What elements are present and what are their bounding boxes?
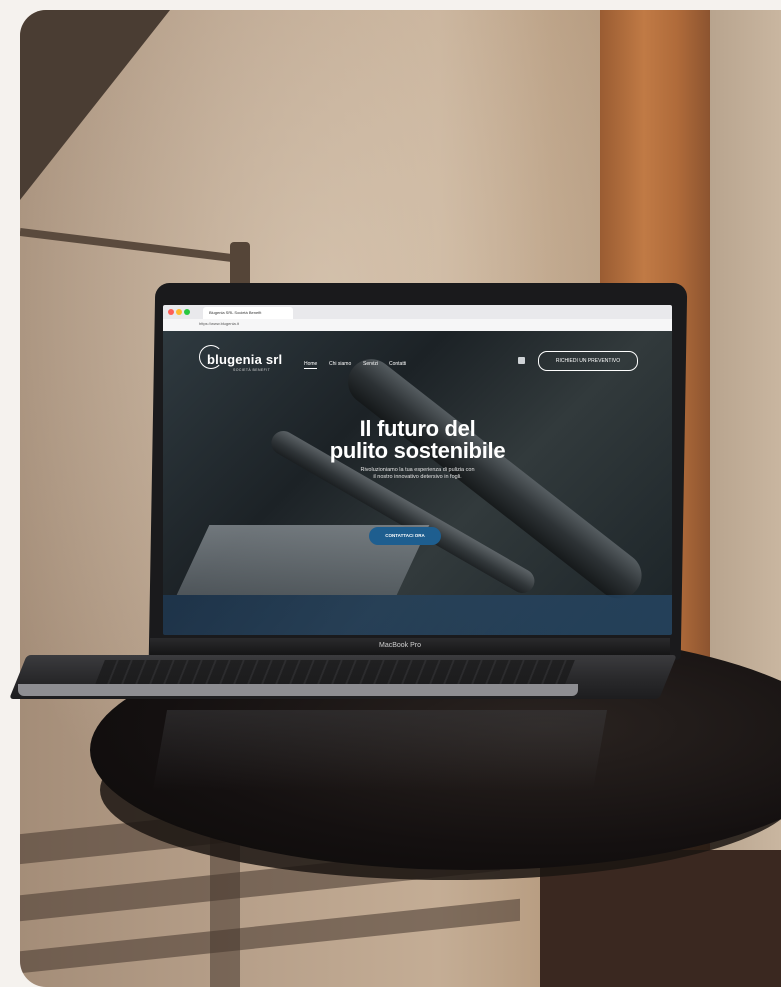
maximize-window-icon[interactable] — [184, 309, 190, 315]
contact-now-button[interactable]: CONTATTACI ORA — [369, 527, 441, 545]
nav-home[interactable]: Home — [304, 361, 318, 369]
nav-contatti[interactable]: Contatti — [389, 361, 406, 367]
laptop-reflection — [152, 710, 608, 790]
hero-subtitle-line2: il nostro innovativo detersivo in fogli. — [373, 474, 462, 480]
nav-chi-siamo[interactable]: Chi siamo — [329, 361, 351, 367]
close-window-icon[interactable] — [168, 309, 174, 315]
request-quote-button[interactable]: RICHIEDI UN PREVENTIVO — [538, 351, 638, 371]
browser-tab[interactable]: Blugenia SRL Società Benefit — [203, 307, 293, 319]
laptop-front-edge — [18, 684, 578, 696]
address-bar[interactable] — [163, 319, 672, 331]
hero-subtitle-line1: Rivoluzioniamo la tua esperienza di puli… — [360, 467, 475, 473]
hero-title-line2: pulito sostenibile — [329, 438, 506, 463]
minimize-window-icon[interactable] — [176, 309, 182, 315]
logo-text[interactable]: blugenia srl — [207, 352, 282, 367]
hero-title-line1: Il futuro del — [359, 416, 476, 441]
nav-servizi[interactable]: Servizi — [363, 361, 378, 367]
device-label: MacBook Pro — [378, 642, 422, 649]
hero-bottom-tint — [163, 595, 672, 635]
url-text[interactable]: https://www.blugenia.it — [199, 321, 239, 326]
hero-title: Il futuro del pulito sostenibile — [163, 418, 672, 462]
laptop-keyboard — [95, 660, 575, 684]
logo-subtext: SOCIETÀ BENEFIT — [233, 368, 271, 372]
hero-subtitle: Rivoluzioniamo la tua esperienza di puli… — [163, 467, 672, 481]
laptop-screen: Blugenia SRL Società Benefit https://www… — [163, 305, 672, 635]
linkedin-icon[interactable] — [518, 357, 525, 364]
browser-tab-bar: Blugenia SRL Società Benefit — [163, 305, 672, 319]
lamp-shade-shadow — [20, 10, 170, 200]
